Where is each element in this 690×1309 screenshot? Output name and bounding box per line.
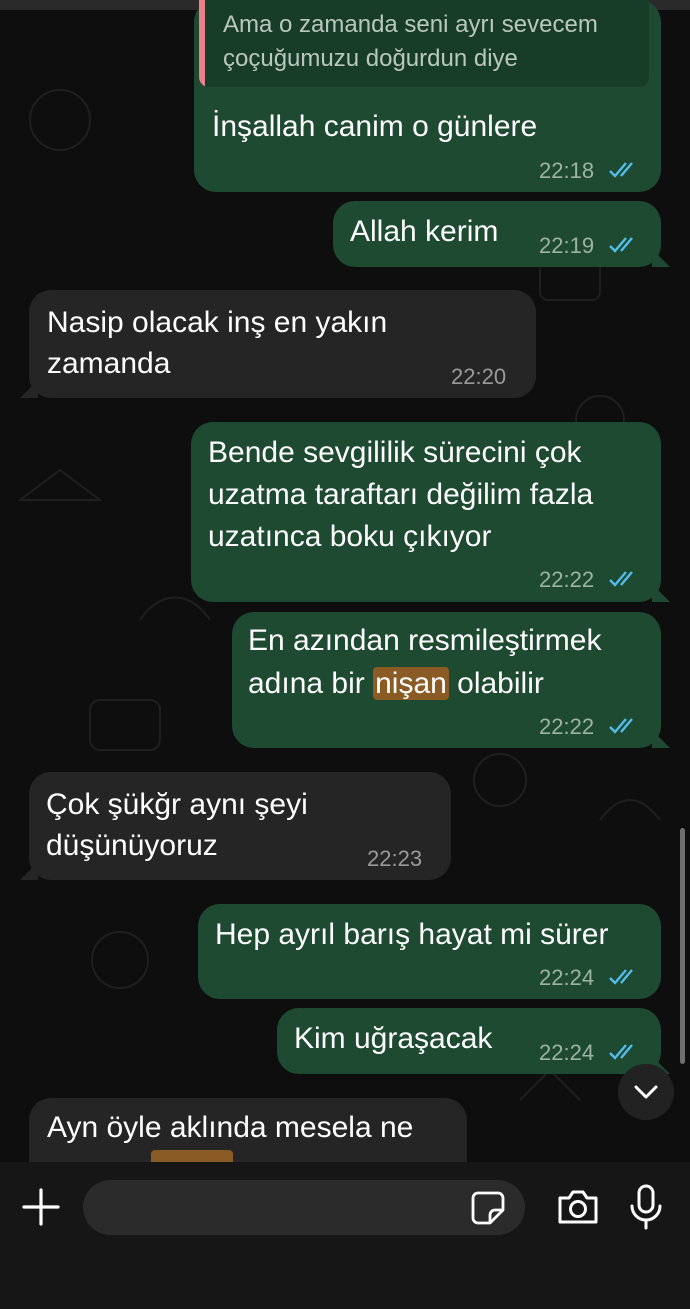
message-text: düşünüyoruz <box>46 829 218 862</box>
message-text: Çok şükğr aynı şeyi <box>46 788 308 821</box>
double-check-icon <box>609 1044 633 1060</box>
chat-area[interactable]: Ama o zamanda seni ayrı sevecem çoçuğumu… <box>0 0 690 1162</box>
message-time: 22:23 <box>367 846 423 871</box>
message-text: Ayn öyle aklında mesela ne <box>47 1111 414 1144</box>
double-check-icon <box>609 237 633 253</box>
message-bubble-outgoing[interactable]: Bende sevgililik sürecini çok uzatma tar… <box>191 422 670 602</box>
plus-icon[interactable] <box>20 1186 62 1228</box>
message-time: 22:24 <box>539 965 595 990</box>
chevron-down-icon <box>634 1085 658 1099</box>
quoted-message[interactable]: Ama o zamanda seni ayrı sevecem çoçuğumu… <box>199 0 649 87</box>
double-check-icon <box>609 718 633 734</box>
double-check-icon <box>609 969 633 985</box>
double-check-icon <box>609 571 633 587</box>
message-bubble-outgoing[interactable]: Ama o zamanda seni ayrı sevecem çoçuğumu… <box>194 0 661 192</box>
message-text: Allah kerim <box>350 215 499 248</box>
message-text: uzatınca boku çıkıyor <box>208 520 492 553</box>
message-time: 22:24 <box>539 1040 595 1065</box>
message-text: Kim uğraşacak <box>294 1022 493 1055</box>
message-text: En azından resmileştirmek <box>248 624 602 657</box>
message-bubble-outgoing[interactable]: Hep ayrıl barış hayat mi sürer 22:24 <box>198 904 661 999</box>
message-text: İnşallah canim o günlere <box>212 110 538 143</box>
scroll-to-bottom-button[interactable] <box>618 1064 674 1120</box>
message-time: 22:22 <box>539 714 595 739</box>
message-text: zamanda <box>47 347 171 380</box>
microphone-icon[interactable] <box>628 1184 664 1230</box>
scrollbar[interactable] <box>680 828 685 1064</box>
message-bubble-incoming[interactable]: Ayn öyle aklında mesela ne <box>29 1098 467 1162</box>
message-text: Hep ayrıl barış hayat mi sürer <box>215 918 609 951</box>
message-text: Bende sevgililik sürecini çok <box>208 436 582 469</box>
sticker-icon[interactable] <box>470 1190 506 1226</box>
message-text: adına bir nişan olabilir <box>248 663 544 705</box>
message-bubble-outgoing[interactable]: Kim uğraşacak 22:24 <box>277 1008 670 1074</box>
quote-accent-bar <box>199 0 205 87</box>
message-text-segment: olabilir <box>448 667 544 700</box>
message-text: uzatma taraftarı değilim fazla <box>208 478 594 511</box>
message-input-box[interactable] <box>83 1180 525 1237</box>
message-bubble-outgoing[interactable]: Allah kerim 22:19 <box>333 201 670 267</box>
search-highlight: nişan <box>373 667 449 700</box>
message-text: Nasip olacak inş en yakın <box>47 306 388 339</box>
message-time: 22:19 <box>539 233 595 258</box>
message-text-segment: adına bir <box>248 667 374 700</box>
message-time: 22:20 <box>451 364 507 389</box>
message-input[interactable] <box>101 1180 475 1237</box>
message-bubble-incoming[interactable]: Çok şükğr aynı şeyi düşünüyoruz 22:23 <box>20 772 451 880</box>
message-bubble-incoming[interactable]: Nasip olacak inş en yakın zamanda 22:20 <box>20 290 536 398</box>
double-check-icon <box>609 162 633 178</box>
search-highlight <box>151 1150 233 1162</box>
camera-icon[interactable] <box>556 1187 600 1227</box>
message-time: 22:18 <box>539 158 595 183</box>
message-time: 22:22 <box>539 567 595 592</box>
quoted-text: Ama o zamanda seni ayrı sevecem çoçuğumu… <box>223 11 598 72</box>
message-bubble-outgoing[interactable]: En azından resmileştirmek adına bir nişa… <box>232 612 670 748</box>
